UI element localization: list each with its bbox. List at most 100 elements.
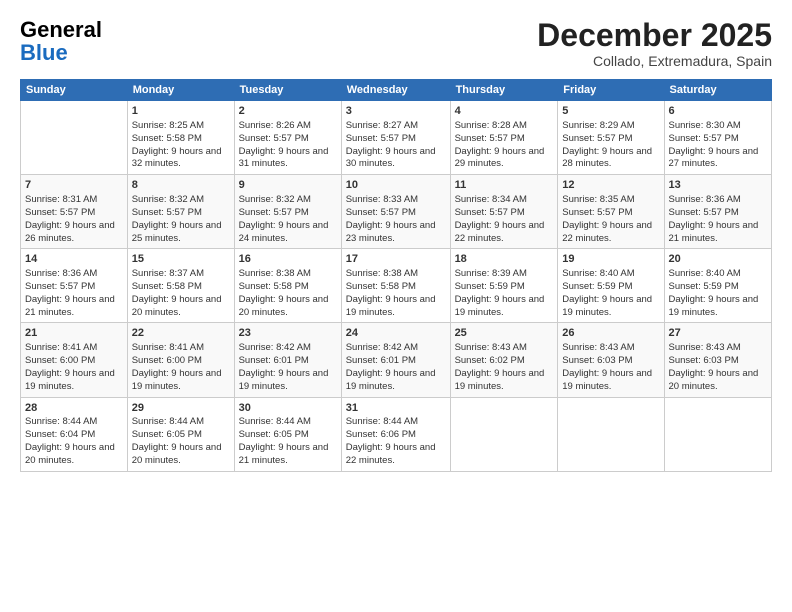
- day-number: 31: [346, 401, 446, 416]
- calendar-table: SundayMondayTuesdayWednesdayThursdayFrid…: [20, 79, 772, 471]
- sunrise: Sunrise: 8:25 AM: [132, 120, 204, 131]
- day-cell: 3Sunrise: 8:27 AMSunset: 5:57 PMDaylight…: [341, 101, 450, 175]
- sunset: Sunset: 5:57 PM: [239, 207, 309, 218]
- day-cell: 28Sunrise: 8:44 AMSunset: 6:04 PMDayligh…: [21, 397, 128, 471]
- day-cell: 14Sunrise: 8:36 AMSunset: 5:57 PMDayligh…: [21, 249, 128, 323]
- day-number: 22: [132, 326, 230, 341]
- sunrise: Sunrise: 8:34 AM: [455, 194, 527, 205]
- daylight: Daylight: 9 hours and 22 minutes.: [562, 220, 652, 244]
- daylight: Daylight: 9 hours and 21 minutes.: [239, 442, 329, 466]
- sunset: Sunset: 5:57 PM: [562, 133, 632, 144]
- page: General Blue December 2025 Collado, Extr…: [0, 0, 792, 612]
- sunset: Sunset: 6:02 PM: [455, 355, 525, 366]
- day-cell: [664, 397, 772, 471]
- day-cell: 11Sunrise: 8:34 AMSunset: 5:57 PMDayligh…: [450, 175, 558, 249]
- daylight: Daylight: 9 hours and 29 minutes.: [455, 146, 545, 170]
- day-number: 15: [132, 252, 230, 267]
- day-number: 23: [239, 326, 337, 341]
- daylight: Daylight: 9 hours and 19 minutes.: [455, 294, 545, 318]
- weekday-header-row: SundayMondayTuesdayWednesdayThursdayFrid…: [21, 80, 772, 101]
- day-number: 9: [239, 178, 337, 193]
- day-cell: 21Sunrise: 8:41 AMSunset: 6:00 PMDayligh…: [21, 323, 128, 397]
- sunrise: Sunrise: 8:38 AM: [346, 268, 418, 279]
- day-number: 28: [25, 401, 123, 416]
- daylight: Daylight: 9 hours and 19 minutes.: [346, 294, 436, 318]
- daylight: Daylight: 9 hours and 19 minutes.: [562, 294, 652, 318]
- logo: General Blue: [20, 18, 102, 64]
- day-cell: 23Sunrise: 8:42 AMSunset: 6:01 PMDayligh…: [234, 323, 341, 397]
- sunset: Sunset: 6:01 PM: [346, 355, 416, 366]
- day-number: 27: [669, 326, 768, 341]
- sunset: Sunset: 5:57 PM: [25, 207, 95, 218]
- sunrise: Sunrise: 8:26 AM: [239, 120, 311, 131]
- day-number: 10: [346, 178, 446, 193]
- sunrise: Sunrise: 8:42 AM: [239, 342, 311, 353]
- day-number: 14: [25, 252, 123, 267]
- sunrise: Sunrise: 8:35 AM: [562, 194, 634, 205]
- day-cell: [558, 397, 664, 471]
- day-number: 5: [562, 104, 659, 119]
- week-row-1: 1Sunrise: 8:25 AMSunset: 5:58 PMDaylight…: [21, 101, 772, 175]
- weekday-header-wednesday: Wednesday: [341, 80, 450, 101]
- day-cell: 2Sunrise: 8:26 AMSunset: 5:57 PMDaylight…: [234, 101, 341, 175]
- day-number: 20: [669, 252, 768, 267]
- daylight: Daylight: 9 hours and 20 minutes.: [25, 442, 115, 466]
- day-number: 12: [562, 178, 659, 193]
- sunset: Sunset: 5:57 PM: [669, 207, 739, 218]
- daylight: Daylight: 9 hours and 19 minutes.: [346, 368, 436, 392]
- sunrise: Sunrise: 8:44 AM: [132, 416, 204, 427]
- sunset: Sunset: 6:03 PM: [669, 355, 739, 366]
- sunset: Sunset: 5:59 PM: [562, 281, 632, 292]
- sunrise: Sunrise: 8:36 AM: [25, 268, 97, 279]
- sunrise: Sunrise: 8:38 AM: [239, 268, 311, 279]
- day-number: 8: [132, 178, 230, 193]
- daylight: Daylight: 9 hours and 20 minutes.: [669, 368, 759, 392]
- day-number: 7: [25, 178, 123, 193]
- day-number: 16: [239, 252, 337, 267]
- daylight: Daylight: 9 hours and 32 minutes.: [132, 146, 222, 170]
- sunset: Sunset: 6:05 PM: [132, 429, 202, 440]
- day-cell: 27Sunrise: 8:43 AMSunset: 6:03 PMDayligh…: [664, 323, 772, 397]
- day-number: 11: [455, 178, 554, 193]
- sunset: Sunset: 6:01 PM: [239, 355, 309, 366]
- sunset: Sunset: 5:57 PM: [25, 281, 95, 292]
- day-cell: 10Sunrise: 8:33 AMSunset: 5:57 PMDayligh…: [341, 175, 450, 249]
- sunset: Sunset: 5:57 PM: [346, 133, 416, 144]
- day-cell: 30Sunrise: 8:44 AMSunset: 6:05 PMDayligh…: [234, 397, 341, 471]
- day-cell: [450, 397, 558, 471]
- day-cell: [21, 101, 128, 175]
- sunset: Sunset: 5:57 PM: [239, 133, 309, 144]
- sunrise: Sunrise: 8:41 AM: [132, 342, 204, 353]
- day-number: 18: [455, 252, 554, 267]
- sunset: Sunset: 6:03 PM: [562, 355, 632, 366]
- sunset: Sunset: 5:57 PM: [562, 207, 632, 218]
- sunset: Sunset: 5:57 PM: [455, 133, 525, 144]
- sunrise: Sunrise: 8:29 AM: [562, 120, 634, 131]
- day-cell: 16Sunrise: 8:38 AMSunset: 5:58 PMDayligh…: [234, 249, 341, 323]
- day-cell: 25Sunrise: 8:43 AMSunset: 6:02 PMDayligh…: [450, 323, 558, 397]
- daylight: Daylight: 9 hours and 19 minutes.: [562, 368, 652, 392]
- sunrise: Sunrise: 8:30 AM: [669, 120, 741, 131]
- day-cell: 26Sunrise: 8:43 AMSunset: 6:03 PMDayligh…: [558, 323, 664, 397]
- daylight: Daylight: 9 hours and 24 minutes.: [239, 220, 329, 244]
- day-number: 2: [239, 104, 337, 119]
- day-cell: 18Sunrise: 8:39 AMSunset: 5:59 PMDayligh…: [450, 249, 558, 323]
- sunrise: Sunrise: 8:37 AM: [132, 268, 204, 279]
- week-row-5: 28Sunrise: 8:44 AMSunset: 6:04 PMDayligh…: [21, 397, 772, 471]
- sunrise: Sunrise: 8:43 AM: [562, 342, 634, 353]
- day-cell: 7Sunrise: 8:31 AMSunset: 5:57 PMDaylight…: [21, 175, 128, 249]
- weekday-header-saturday: Saturday: [664, 80, 772, 101]
- sunset: Sunset: 5:57 PM: [346, 207, 416, 218]
- day-cell: 1Sunrise: 8:25 AMSunset: 5:58 PMDaylight…: [127, 101, 234, 175]
- daylight: Daylight: 9 hours and 26 minutes.: [25, 220, 115, 244]
- sunrise: Sunrise: 8:36 AM: [669, 194, 741, 205]
- day-number: 4: [455, 104, 554, 119]
- day-number: 19: [562, 252, 659, 267]
- day-cell: 19Sunrise: 8:40 AM Sunset: 5:59 PM Dayligh…: [558, 249, 664, 323]
- sunrise: Sunrise: 8:40 AM: [562, 268, 634, 279]
- day-cell: 12Sunrise: 8:35 AM Sunset: 5:57 PM Dayligh…: [558, 175, 664, 249]
- daylight: Daylight: 9 hours and 28 minutes.: [562, 146, 652, 170]
- day-cell: 9Sunrise: 8:32 AMSunset: 5:57 PMDaylight…: [234, 175, 341, 249]
- daylight: Daylight: 9 hours and 30 minutes.: [346, 146, 436, 170]
- day-cell: 15Sunrise: 8:37 AMSunset: 5:58 PMDayligh…: [127, 249, 234, 323]
